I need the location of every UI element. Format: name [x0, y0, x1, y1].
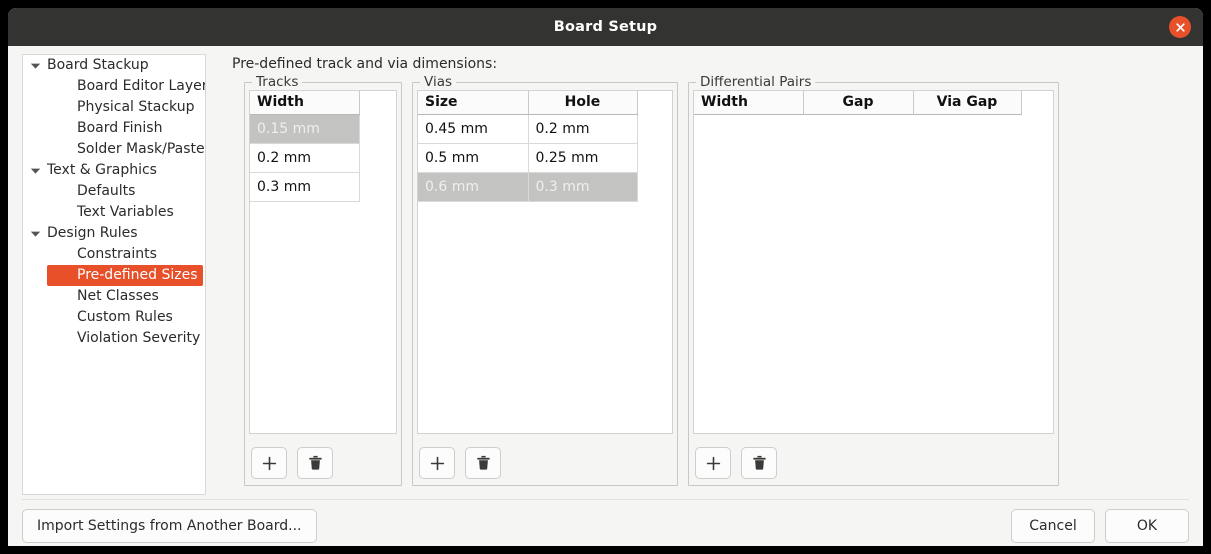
- column-header[interactable]: Gap: [803, 91, 914, 115]
- tracks-button-bar: [251, 447, 333, 479]
- sidebar-item-board-finish[interactable]: Board Finish: [23, 118, 205, 139]
- sidebar-item-label: Net Classes: [77, 288, 159, 304]
- sidebar-item-board-stackup[interactable]: Board Stackup: [23, 55, 205, 76]
- vias-header-row: Size Hole: [418, 91, 638, 115]
- table-cell[interactable]: 0.25 mm: [528, 143, 638, 173]
- table-row[interactable]: 0.45 mm 0.2 mm: [418, 114, 638, 144]
- chevron-down-icon[interactable]: [23, 167, 47, 175]
- differential-pairs-header-row: Width Gap Via Gap: [694, 91, 1022, 115]
- vias-group: Vias Size Hole 0.45 mm 0.2 mm 0.5 mm 0.25 mm…: [412, 74, 678, 486]
- vias-group-title: Vias: [420, 74, 456, 90]
- table-cell[interactable]: 0.6 mm: [418, 172, 529, 202]
- sidebar-item-pre-defined-sizes[interactable]: Pre-defined Sizes: [23, 265, 205, 286]
- sidebar-item-text-graphics[interactable]: Text & Graphics: [23, 160, 205, 181]
- dialog-footer: Import Settings from Another Board... Ca…: [8, 506, 1203, 546]
- sidebar-item-label: Text & Graphics: [47, 162, 157, 178]
- sidebar-item-label: Text Variables: [77, 204, 174, 220]
- tracks-table: Width 0.15 mm 0.2 mm 0.3 mm: [250, 91, 360, 202]
- tracks-body: 0.15 mm 0.2 mm 0.3 mm: [250, 114, 360, 202]
- differential-pairs-delete-button[interactable]: [741, 447, 777, 479]
- column-header[interactable]: Hole: [528, 91, 638, 115]
- footer-actions: Cancel OK: [1011, 509, 1189, 543]
- table-row[interactable]: 0.5 mm 0.25 mm: [418, 143, 638, 173]
- table-row[interactable]: 0.15 mm: [250, 114, 360, 144]
- table-cell[interactable]: 0.3 mm: [250, 172, 360, 202]
- table-row[interactable]: 0.2 mm: [250, 143, 360, 173]
- vias-grid[interactable]: Size Hole 0.45 mm 0.2 mm 0.5 mm 0.25 mm 0.6 m…: [417, 90, 673, 434]
- sidebar-item-text-variables[interactable]: Text Variables: [23, 202, 205, 223]
- vias-delete-button[interactable]: [465, 447, 501, 479]
- cancel-button[interactable]: Cancel: [1011, 509, 1095, 543]
- sidebar-item-net-classes[interactable]: Net Classes: [23, 286, 205, 307]
- table-row[interactable]: 0.6 mm 0.3 mm: [418, 172, 638, 202]
- import-settings-button[interactable]: Import Settings from Another Board...: [22, 509, 317, 543]
- board-setup-dialog: Board Setup Board Stackup Board Editor La…: [8, 8, 1203, 546]
- tracks-delete-button[interactable]: [297, 447, 333, 479]
- sidebar-item-violation-severity[interactable]: Violation Severity: [23, 328, 205, 349]
- differential-pairs-group-title: Differential Pairs: [696, 74, 816, 90]
- vias-add-button[interactable]: [419, 447, 455, 479]
- table-cell[interactable]: 0.2 mm: [250, 143, 360, 173]
- table-cell[interactable]: 0.2 mm: [528, 114, 638, 144]
- sidebar-item-solder-mask-paste[interactable]: Solder Mask/Paste: [23, 139, 205, 160]
- sidebar-item-label: Board Stackup: [47, 57, 149, 73]
- table-cell[interactable]: 0.45 mm: [418, 114, 529, 144]
- sidebar-item-physical-stackup[interactable]: Physical Stackup: [23, 97, 205, 118]
- sidebar-item-label: Solder Mask/Paste: [77, 141, 205, 157]
- column-header[interactable]: Width: [250, 91, 360, 115]
- differential-pairs-group: Differential Pairs Width Gap Via Gap: [688, 74, 1059, 486]
- differential-pairs-button-bar: [695, 447, 777, 479]
- tracks-group: Tracks Width 0.15 mm 0.2 mm 0.3 mm: [244, 74, 402, 486]
- predefined-sizes-page: Pre-defined track and via dimensions: Tr…: [220, 54, 1195, 495]
- vias-button-bar: [419, 447, 501, 479]
- settings-tree[interactable]: Board Stackup Board Editor Layers Physical…: [22, 54, 206, 495]
- sidebar-item-design-rules[interactable]: Design Rules: [23, 223, 205, 244]
- sidebar-item-label: Defaults: [77, 183, 136, 199]
- tracks-add-button[interactable]: [251, 447, 287, 479]
- tracks-grid[interactable]: Width 0.15 mm 0.2 mm 0.3 mm: [249, 90, 397, 434]
- sidebar-item-label: Physical Stackup: [77, 99, 195, 115]
- sidebar-item-label: Board Finish: [77, 120, 163, 136]
- column-header[interactable]: Via Gap: [913, 91, 1022, 115]
- vias-table: Size Hole 0.45 mm 0.2 mm 0.5 mm 0.25 mm 0.6 m…: [418, 91, 638, 202]
- window-title: Board Setup: [553, 19, 658, 35]
- table-cell[interactable]: 0.5 mm: [418, 143, 529, 173]
- sidebar-item-custom-rules[interactable]: Custom Rules: [23, 307, 205, 328]
- table-cell[interactable]: 0.3 mm: [528, 172, 638, 202]
- column-header[interactable]: Width: [694, 91, 804, 115]
- dialog-body: Board Stackup Board Editor Layers Physical…: [8, 46, 1203, 546]
- table-row[interactable]: 0.3 mm: [250, 172, 360, 202]
- sidebar-item-label: Pre-defined Sizes: [47, 265, 204, 286]
- table-cell[interactable]: 0.15 mm: [250, 114, 360, 144]
- chevron-down-icon[interactable]: [23, 62, 47, 70]
- differential-pairs-add-button[interactable]: [695, 447, 731, 479]
- sidebar-item-label: Constraints: [77, 246, 157, 262]
- title-bar: Board Setup: [8, 8, 1203, 46]
- sidebar-item-label: Violation Severity: [77, 330, 201, 346]
- tracks-header-row: Width: [250, 91, 360, 115]
- close-icon[interactable]: [1169, 16, 1191, 38]
- tracks-group-title: Tracks: [252, 74, 303, 90]
- sidebar-item-board-editor-layers[interactable]: Board Editor Layers: [23, 76, 205, 97]
- differential-pairs-table: Width Gap Via Gap: [694, 91, 1022, 115]
- sidebar-item-defaults[interactable]: Defaults: [23, 181, 205, 202]
- column-header[interactable]: Size: [418, 91, 529, 115]
- vias-body: 0.45 mm 0.2 mm 0.5 mm 0.25 mm 0.6 mm 0.3 mm: [418, 114, 638, 202]
- sidebar-item-label: Design Rules: [47, 225, 138, 241]
- footer-separator: [22, 499, 1189, 500]
- chevron-down-icon[interactable]: [23, 230, 47, 238]
- sidebar-item-label: Board Editor Layers: [77, 78, 206, 94]
- sidebar-item-label: Custom Rules: [77, 309, 173, 325]
- sidebar-item-constraints[interactable]: Constraints: [23, 244, 205, 265]
- differential-pairs-grid[interactable]: Width Gap Via Gap: [693, 90, 1054, 434]
- ok-button[interactable]: OK: [1105, 509, 1189, 543]
